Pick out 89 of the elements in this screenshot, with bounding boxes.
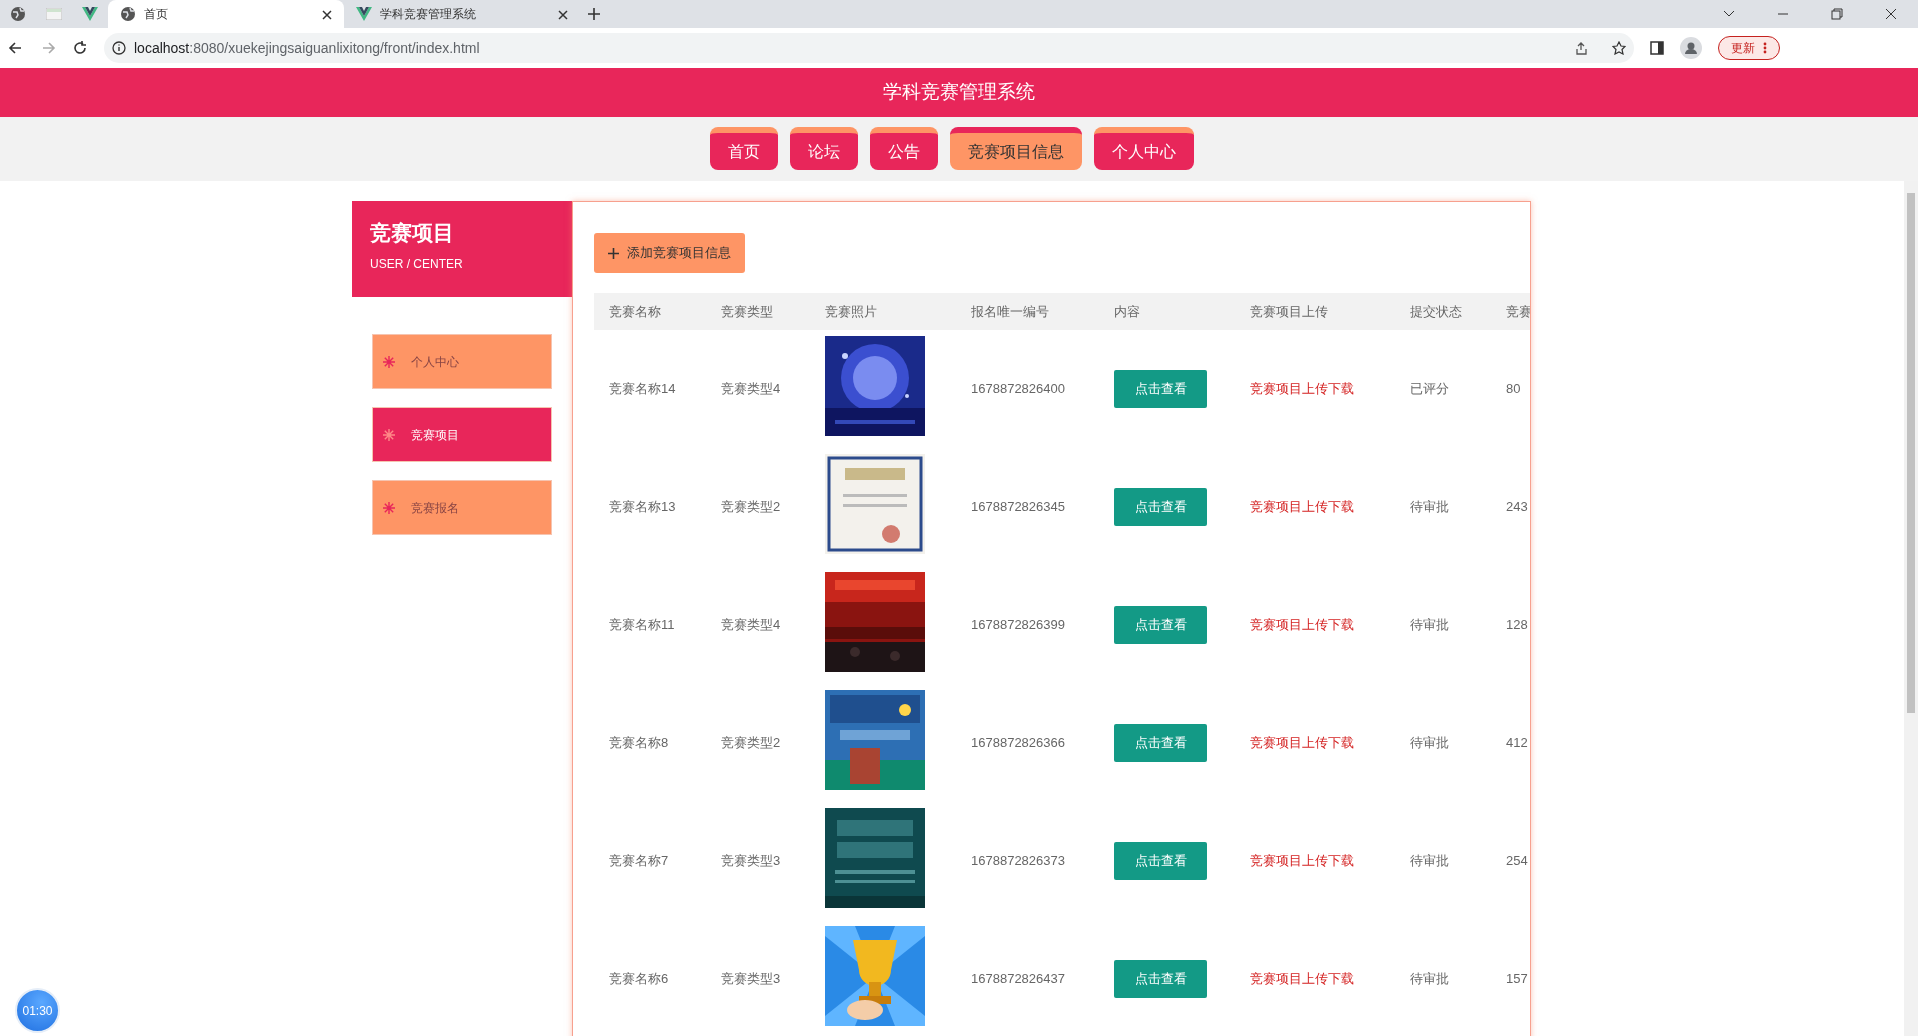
share-icon[interactable]	[1574, 41, 1588, 55]
close-icon[interactable]	[1884, 7, 1898, 21]
table-cell: 竞赛类型2	[721, 735, 781, 751]
table-cell: 1678872826366	[971, 735, 1065, 751]
table-cell: 157	[1506, 971, 1528, 987]
download-link[interactable]: 竞赛项目上传下载	[1250, 381, 1354, 397]
sidebar-item[interactable]: 竞赛报名	[372, 480, 552, 535]
table-cell: 128	[1506, 617, 1528, 633]
table-cell: 1678872826399	[971, 617, 1065, 633]
column-header: 提交状态	[1395, 293, 1491, 330]
info-icon[interactable]	[112, 41, 126, 55]
scrollbar-thumb[interactable]	[1907, 193, 1915, 713]
new-tab-icon[interactable]	[588, 8, 600, 20]
table-cell: 竞赛名称14	[609, 381, 676, 397]
nav-button[interactable]: 竞赛项目信息	[950, 127, 1082, 170]
table-cell: 254	[1506, 853, 1528, 869]
browser-tab[interactable]: 学科竞赛管理系统	[344, 0, 580, 28]
download-link[interactable]: 竞赛项目上传下载	[1250, 735, 1354, 751]
view-button[interactable]: 点击查看	[1114, 842, 1207, 880]
table-cell: 1678872826345	[971, 499, 1065, 515]
table-cell: 竞赛类型3	[721, 853, 781, 869]
table-cell: 412	[1506, 735, 1528, 751]
globe-icon	[120, 6, 136, 22]
table-cell: 竞赛类型4	[721, 381, 781, 397]
timer-badge: 01:30	[15, 988, 60, 1033]
nav-button[interactable]: 个人中心	[1094, 127, 1194, 170]
column-header: 报名唯一编号	[956, 293, 1099, 330]
view-button[interactable]: 点击查看	[1114, 606, 1207, 644]
download-link[interactable]: 竞赛项目上传下载	[1250, 617, 1354, 633]
nav-button[interactable]: 首页	[710, 127, 778, 170]
snowflake-icon	[383, 355, 395, 368]
globe-icon	[10, 6, 26, 22]
star-icon[interactable]	[1612, 41, 1626, 55]
view-button[interactable]: 点击查看	[1114, 960, 1207, 998]
table-cell: 竞赛类型3	[721, 971, 781, 987]
scrollbar[interactable]	[1904, 181, 1918, 1036]
table-cell: 待审批	[1410, 853, 1449, 869]
v-logo-icon	[356, 7, 372, 21]
table-cell: 1678872826437	[971, 971, 1065, 987]
view-button[interactable]: 点击查看	[1114, 488, 1207, 526]
table-cell: 竞赛名称8	[609, 735, 669, 751]
table-cell: 已评分	[1410, 381, 1449, 397]
table-cell: 1678872826373	[971, 853, 1065, 869]
table-cell: 243	[1506, 499, 1528, 515]
view-button[interactable]: 点击查看	[1114, 370, 1207, 408]
profile-icon[interactable]	[1680, 37, 1702, 59]
sidebar-subtitle: USER / CENTER	[370, 255, 464, 273]
table-cell: 竞赛类型2	[721, 499, 781, 515]
url-text: localhost:8080/xuekejingsaiguanlixitong/front/index.html	[134, 38, 480, 58]
snowflake-icon	[383, 428, 395, 441]
reload-icon[interactable]	[72, 40, 88, 56]
update-button[interactable]: 更新	[1718, 36, 1780, 60]
address-bar[interactable]: localhost:8080/xuekejingsaiguanlixitong/front/index.html	[104, 33, 1634, 63]
table-cell: 1678872826400	[971, 381, 1065, 397]
column-header: 竞赛类型	[706, 293, 810, 330]
table-cell: 竞赛类型4	[721, 617, 781, 633]
add-button[interactable]: 添加竞赛项目信息	[594, 233, 745, 273]
table-cell: 待审批	[1410, 971, 1449, 987]
nav-button[interactable]: 论坛	[790, 127, 858, 170]
table-cell: 待审批	[1410, 735, 1449, 751]
download-link[interactable]: 竞赛项目上传下载	[1250, 971, 1354, 987]
download-link[interactable]: 竞赛项目上传下载	[1250, 499, 1354, 515]
page-icon	[46, 8, 62, 20]
browser-tab[interactable]: 首页	[108, 0, 344, 28]
table-cell: 竞赛名称7	[609, 853, 669, 869]
back-icon[interactable]	[8, 40, 24, 56]
table-cell: 竞赛名称6	[609, 971, 669, 987]
site-title: 学科竞赛管理系统	[883, 80, 1035, 105]
table-cell: 竞赛名称13	[609, 499, 676, 515]
nav-button[interactable]: 公告	[870, 127, 938, 170]
plus-icon	[608, 247, 619, 259]
table-cell: 80	[1506, 381, 1521, 397]
column-header: 竞赛项目上传	[1235, 293, 1395, 330]
table-cell: 竞赛名称11	[609, 617, 675, 633]
restore-icon[interactable]	[1830, 7, 1844, 21]
table-cell: 待审批	[1410, 499, 1449, 515]
download-link[interactable]: 竞赛项目上传下载	[1250, 853, 1354, 869]
snowflake-icon	[383, 501, 395, 514]
column-header: 竞赛照片	[810, 293, 956, 330]
sidebar-item[interactable]: 竞赛项目	[372, 407, 552, 462]
more-icon	[1763, 42, 1767, 54]
sidebar-title: 竞赛项目	[370, 220, 455, 246]
view-button[interactable]: 点击查看	[1114, 724, 1207, 762]
column-header: 竞赛名称	[594, 293, 706, 330]
side-panel-icon[interactable]	[1650, 41, 1664, 55]
v-logo-icon	[82, 7, 98, 21]
column-header: 内容	[1099, 293, 1235, 330]
table-cell: 待审批	[1410, 617, 1449, 633]
sidebar-item[interactable]: 个人中心	[372, 334, 552, 389]
